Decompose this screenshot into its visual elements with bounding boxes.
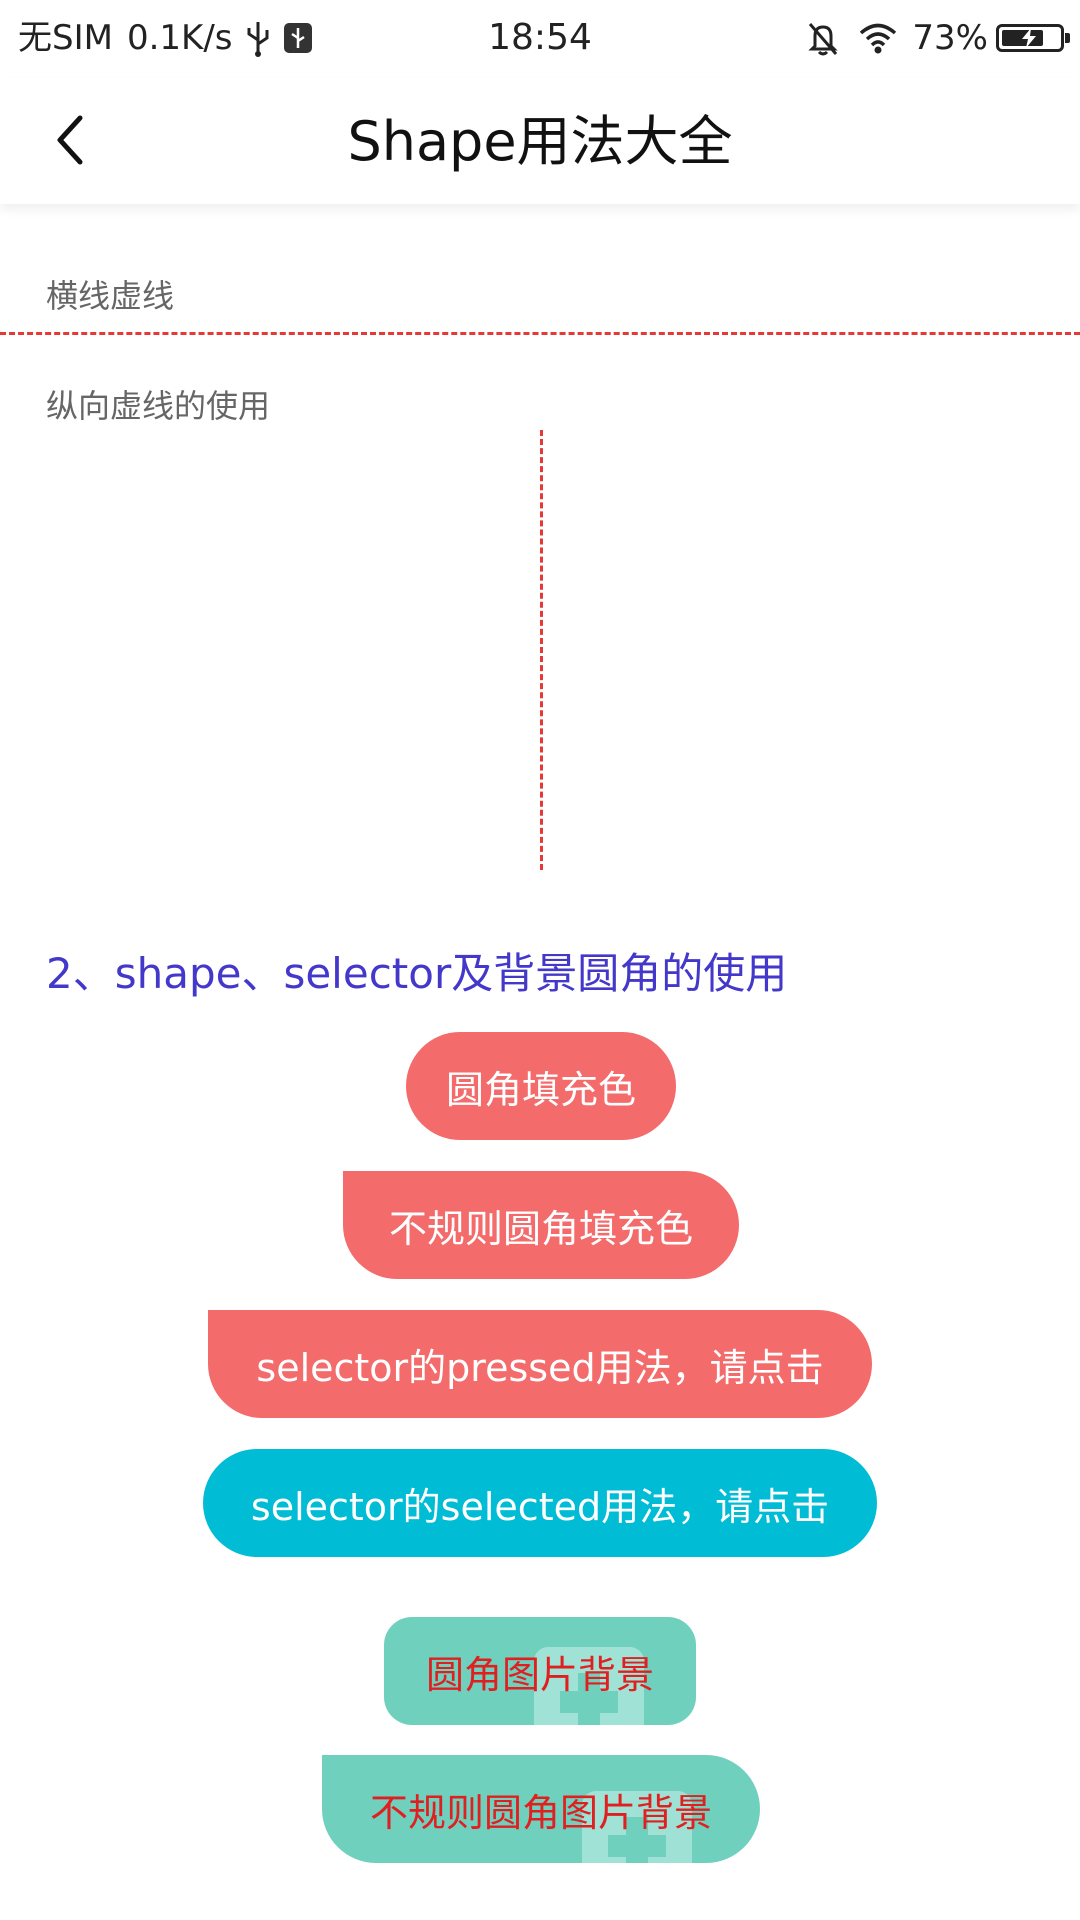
selector-selected-label: selector的selected用法，请点击 bbox=[250, 1484, 830, 1529]
irregular-image-button[interactable]: 不规则圆角图片背景 bbox=[322, 1755, 760, 1863]
horizontal-dash-label: 横线虚线 bbox=[46, 277, 175, 315]
vertical-dashed-line bbox=[540, 430, 543, 870]
vertical-dash-label: 纵向虚线的使用 bbox=[46, 387, 271, 425]
horizontal-dashed-line bbox=[0, 332, 1080, 335]
rounded-fill-button[interactable]: 圆角填充色 bbox=[406, 1032, 676, 1140]
rounded-image-label: 圆角图片背景 bbox=[425, 1652, 654, 1697]
selector-pressed-label: selector的pressed用法，请点击 bbox=[256, 1345, 824, 1390]
rounded-image-button[interactable]: 圆角图片背景 bbox=[384, 1617, 696, 1725]
selector-pressed-button[interactable]: selector的pressed用法，请点击 bbox=[208, 1310, 872, 1418]
irregular-fill-label: 不规则圆角填充色 bbox=[388, 1206, 693, 1251]
rounded-fill-label: 圆角填充色 bbox=[445, 1067, 636, 1112]
selector-selected-button[interactable]: selector的selected用法，请点击 bbox=[203, 1449, 877, 1557]
app-toolbar: Shape用法大全 bbox=[0, 78, 1080, 204]
status-right: 73% bbox=[802, 14, 1070, 62]
mute-bell-icon bbox=[806, 18, 840, 58]
irregular-image-label: 不规则圆角图片背景 bbox=[369, 1790, 712, 1835]
page-title: Shape用法大全 bbox=[347, 110, 733, 173]
wifi-icon bbox=[858, 18, 898, 58]
battery-charging-icon bbox=[996, 24, 1070, 52]
status-bar: 无SIM 0.1K/s 18:54 73% bbox=[0, 0, 1080, 78]
irregular-fill-button[interactable]: 不规则圆角填充色 bbox=[343, 1171, 739, 1279]
section-2-title: 2、shape、selector及背景圆角的使用 bbox=[46, 949, 788, 998]
battery-percent: 73% bbox=[912, 18, 988, 58]
